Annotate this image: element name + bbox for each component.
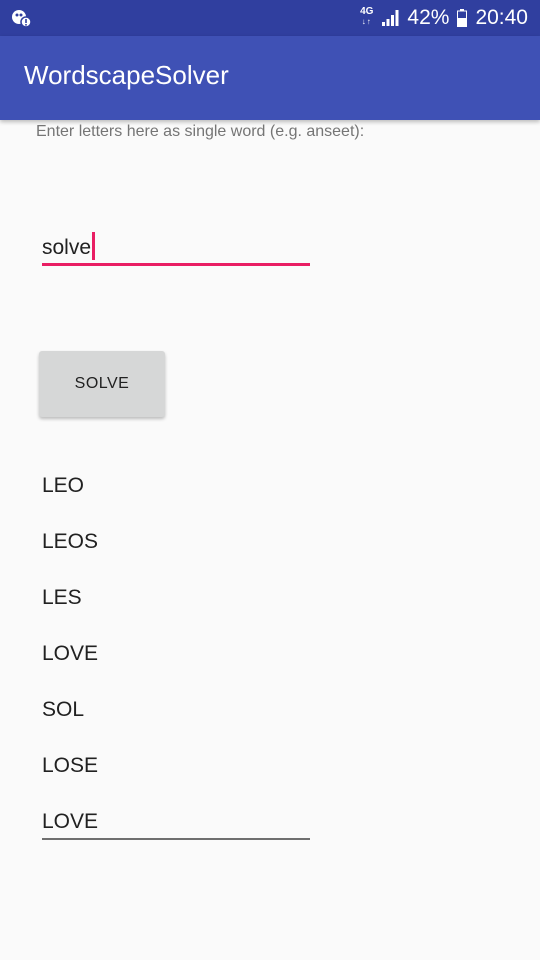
app-bar: WordscapeSolver: [0, 36, 540, 120]
input-hint: Enter letters here as single word (e.g. …: [36, 123, 365, 140]
clock: 20:40: [475, 6, 528, 29]
result-item: LES: [42, 586, 82, 609]
signal-icon: [382, 10, 399, 26]
battery-percent: 42%: [407, 6, 450, 29]
app-title: WordscapeSolver: [24, 60, 229, 90]
battery-icon: [457, 9, 468, 27]
result-item: SOL: [42, 698, 85, 721]
result-item: LOVE: [42, 642, 99, 665]
solve-button[interactable]: SOLVE: [39, 351, 165, 417]
letters-input[interactable]: solve: [42, 228, 310, 266]
letters-input-value[interactable]: solve: [42, 232, 96, 260]
notification-icon: [12, 10, 32, 28]
result-item: LEOS: [42, 530, 99, 553]
results-list: LEO LEOS LES LOVE SOL LOSE LOVE: [42, 470, 310, 862]
results-divider: [42, 838, 310, 840]
result-item: LOVE: [42, 810, 99, 833]
status-bar: 4G ↓↑ 42% 20:40: [0, 0, 540, 36]
result-item: LEO: [42, 474, 85, 497]
network-type: 4G ↓↑: [360, 6, 374, 27]
result-item: LOSE: [42, 754, 99, 777]
text-caret: [92, 232, 96, 260]
